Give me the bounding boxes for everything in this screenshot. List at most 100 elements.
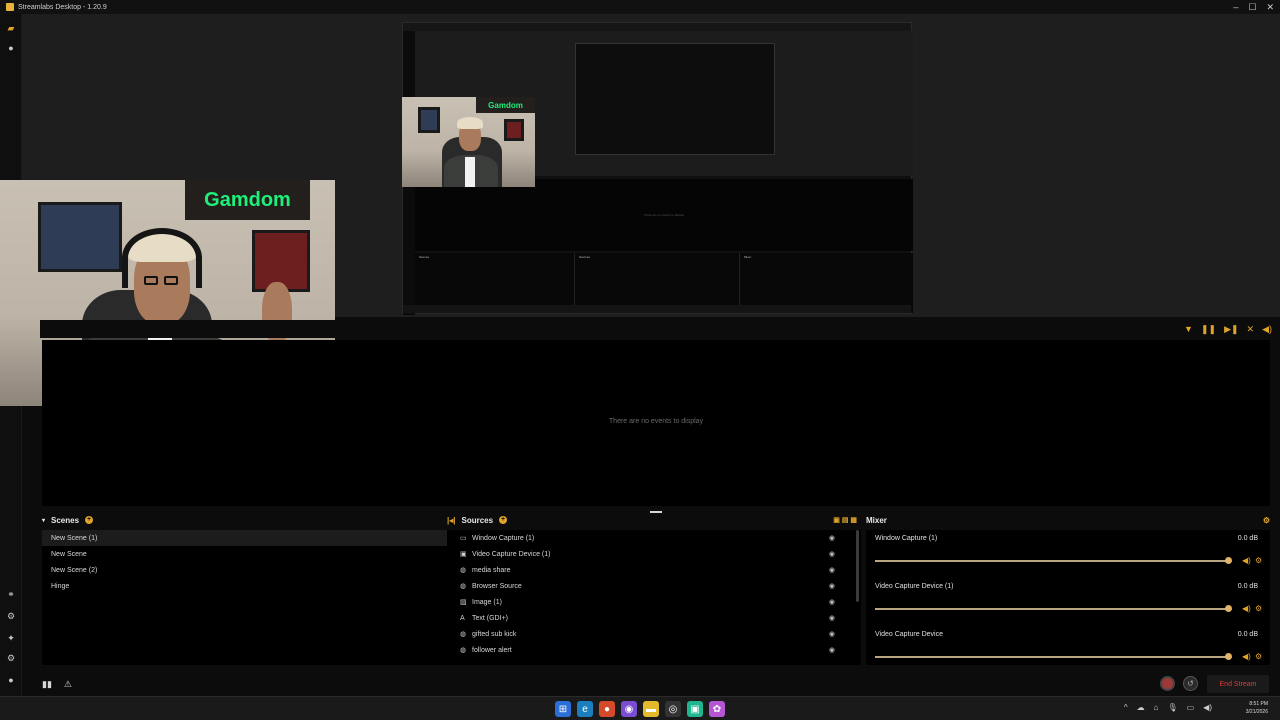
mute-icon[interactable]: ◀) bbox=[1242, 604, 1251, 613]
replay-buffer-button[interactable]: ↺ bbox=[1183, 676, 1198, 691]
volume-slider-handle[interactable] bbox=[1225, 557, 1232, 564]
onedrive-icon[interactable]: ☁ bbox=[1137, 703, 1145, 712]
display-icon[interactable]: ▭ bbox=[1187, 703, 1195, 712]
visibility-icon[interactable]: ◉ bbox=[829, 550, 835, 558]
clock-date: 3/21/2026 bbox=[1245, 709, 1268, 715]
microphone-icon[interactable]: 🎙 bbox=[1167, 703, 1177, 712]
mini-sources-label: Sources bbox=[579, 255, 591, 259]
audio-settings-icon[interactable]: ⚙ bbox=[1255, 556, 1262, 565]
studio-footer: ▮▮ ⚠ ↺ End Stream bbox=[22, 673, 1280, 696]
bot-icon[interactable]: ⚙ bbox=[6, 611, 16, 621]
source-item[interactable]: ◍ media share ◉ bbox=[447, 562, 861, 578]
end-stream-button[interactable]: End Stream bbox=[1207, 675, 1269, 693]
visibility-icon[interactable]: ◉ bbox=[829, 646, 835, 654]
glasses-left bbox=[144, 276, 158, 285]
mini-events-panel: There are no events to display bbox=[415, 179, 913, 251]
filter-icon[interactable]: ▼ bbox=[1184, 324, 1193, 334]
file-explorer-icon[interactable]: ▬ bbox=[643, 701, 659, 717]
volume-slider-handle[interactable] bbox=[1225, 653, 1232, 660]
visibility-icon[interactable]: ◉ bbox=[829, 598, 835, 606]
scene-item[interactable]: New Scene (2) bbox=[42, 562, 447, 578]
sources-scrollbar[interactable] bbox=[856, 530, 859, 602]
collapse-icon[interactable]: ▾ bbox=[42, 517, 45, 524]
skip-icon[interactable]: ▶❚ bbox=[1224, 324, 1238, 335]
speaker-icon[interactable]: ◀) bbox=[1203, 703, 1212, 712]
maximize-button[interactable]: ☐ bbox=[1248, 2, 1256, 13]
events-toolbar: ▼ ❚❚ ▶❚ ✕ ◀) bbox=[40, 320, 1280, 338]
settings-icon[interactable]: ✕ bbox=[1247, 324, 1255, 335]
scene-transitions-icon[interactable]: |◂| bbox=[447, 516, 456, 525]
source-label: Window Capture (1) bbox=[472, 534, 535, 542]
scenes-list: New Scene (1) New Scene New Scene (2) Hi… bbox=[42, 530, 447, 665]
gamdom-sign-small: Gamdom bbox=[476, 97, 535, 113]
add-source-button[interactable]: + bbox=[499, 516, 508, 524]
mixer-db-value: 0.0 dB bbox=[1237, 631, 1258, 638]
audio-settings-icon[interactable]: ⚙ bbox=[1255, 604, 1262, 613]
source-folder-icons[interactable]: ▣ ▤ ▦ bbox=[833, 516, 857, 524]
add-scene-button[interactable]: + bbox=[85, 516, 94, 524]
globe-icon: ◍ bbox=[460, 631, 467, 638]
settings-icon[interactable]: ⚙ bbox=[6, 653, 16, 663]
mute-icon[interactable]: ◀) bbox=[1242, 652, 1251, 661]
glasses-right bbox=[164, 276, 178, 285]
sparkle-icon[interactable]: ✦ bbox=[6, 633, 16, 643]
performance-icon[interactable]: ▮▮ bbox=[42, 679, 52, 690]
webcam-source-small[interactable]: Gamdom bbox=[402, 97, 535, 187]
mini-nested-preview bbox=[575, 43, 775, 155]
link-icon[interactable]: ⚭ bbox=[6, 589, 16, 599]
source-label: follower alert bbox=[472, 646, 512, 654]
edge-icon[interactable]: e bbox=[577, 701, 593, 717]
taskbar-clock[interactable]: 8:51 PM 3/21/2026 bbox=[1246, 700, 1268, 716]
volume-slider-handle[interactable] bbox=[1225, 605, 1232, 612]
source-item[interactable]: ▭ Window Capture (1) ◉ bbox=[447, 530, 861, 546]
visibility-icon[interactable]: ◉ bbox=[829, 630, 835, 638]
network-icon[interactable]: ⌂ bbox=[1154, 703, 1159, 712]
clock-time: 8:51 PM bbox=[1249, 701, 1268, 707]
mixer-list: Window Capture (1) 0.0 dB ◀) ⚙ Video Cap… bbox=[866, 530, 1270, 665]
discord-icon[interactable]: ◉ bbox=[621, 701, 637, 717]
volume-slider[interactable] bbox=[875, 560, 1231, 562]
source-item[interactable]: ▨ Image (1) ◉ bbox=[447, 594, 861, 610]
close-button[interactable]: ✕ bbox=[1266, 2, 1274, 13]
start-icon[interactable]: ⊞ bbox=[555, 701, 571, 717]
source-item[interactable]: ◍ follower alert ◉ bbox=[447, 642, 861, 658]
visibility-icon[interactable]: ◉ bbox=[829, 582, 835, 590]
streamlabs-taskbar-icon[interactable]: ▣ bbox=[687, 701, 703, 717]
chevron-up-icon[interactable]: ^ bbox=[1124, 703, 1128, 712]
audio-settings-icon[interactable]: ⚙ bbox=[1255, 652, 1262, 661]
app-icon[interactable]: ◎ bbox=[665, 701, 681, 717]
mini-scenes-dock: Scenes bbox=[415, 253, 575, 313]
mixer-source-name: Video Capture Device bbox=[875, 631, 943, 638]
source-item[interactable]: ▣ Video Capture Device (1) ◉ bbox=[447, 546, 861, 562]
mixer-source-name: Video Capture Device (1) bbox=[875, 583, 954, 590]
alert-icon[interactable]: ⚠ bbox=[64, 679, 72, 690]
source-item[interactable]: ◍ Browser Source ◉ bbox=[447, 578, 861, 594]
visibility-icon[interactable]: ◉ bbox=[829, 534, 835, 542]
editor-icon[interactable]: ▰ bbox=[6, 23, 16, 33]
source-item[interactable]: ◍ gifted sub kick ◉ bbox=[447, 626, 861, 642]
source-label: Image (1) bbox=[472, 598, 502, 606]
pause-icon[interactable]: ❚❚ bbox=[1201, 324, 1216, 335]
source-item[interactable]: A Text (GDI+) ◉ bbox=[447, 610, 861, 626]
record-button[interactable] bbox=[1160, 676, 1175, 691]
source-label: Video Capture Device (1) bbox=[472, 550, 551, 558]
minimize-button[interactable]: – bbox=[1233, 2, 1238, 12]
window-icon: ▭ bbox=[460, 535, 467, 542]
visibility-icon[interactable]: ◉ bbox=[829, 566, 835, 574]
scene-item[interactable]: New Scene (1) bbox=[42, 530, 447, 546]
mixer-settings-icon[interactable]: ⚙ bbox=[1263, 516, 1270, 525]
visibility-icon[interactable]: ◉ bbox=[829, 614, 835, 622]
scene-item[interactable]: New Scene bbox=[42, 546, 447, 562]
globe-icon: ◍ bbox=[460, 567, 467, 574]
profile-icon[interactable]: ● bbox=[6, 675, 16, 685]
mini-title-bar bbox=[403, 23, 911, 31]
app-icon-2[interactable]: ✿ bbox=[709, 701, 725, 717]
volume-slider[interactable] bbox=[875, 656, 1231, 658]
volume-icon[interactable]: ◀) bbox=[1262, 324, 1272, 335]
theme-icon[interactable]: ● bbox=[6, 43, 16, 53]
chrome-icon[interactable]: ● bbox=[599, 701, 615, 717]
volume-slider[interactable] bbox=[875, 608, 1231, 610]
sources-dock: |◂| Sources + ▣ ▤ ▦ ▭ Window Capture (1)… bbox=[447, 513, 861, 665]
scene-item[interactable]: Hinge bbox=[42, 578, 447, 594]
mute-icon[interactable]: ◀) bbox=[1242, 556, 1251, 565]
